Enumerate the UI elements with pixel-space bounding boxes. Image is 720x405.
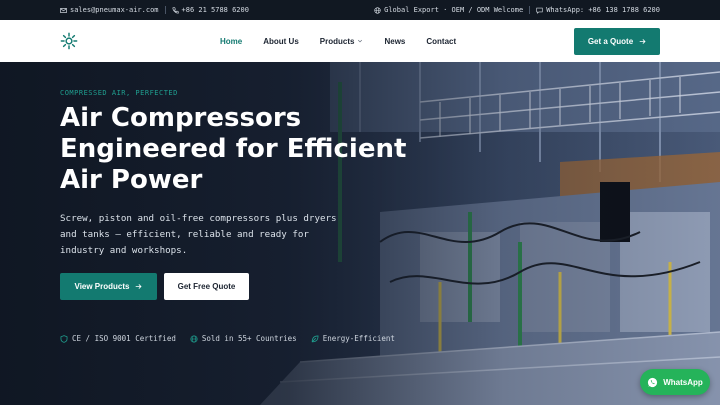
export-info: Global Export · OEM / ODM Welcome — [374, 6, 523, 14]
hero-headline: Air Compressors Engineered for Efficient… — [60, 103, 420, 196]
divider — [529, 6, 531, 14]
badge-text: Sold in 55+ Countries — [201, 334, 297, 343]
phone-link[interactable]: +86 21 5788 6200 — [172, 6, 249, 14]
divider — [164, 6, 166, 14]
logo-icon[interactable] — [60, 32, 78, 50]
hero-subtitle: Screw, piston and oil-free compressors p… — [60, 213, 337, 256]
arrow-right-icon — [639, 39, 646, 44]
chat-icon — [536, 7, 543, 14]
export-text: Global Export · OEM / ODM Welcome — [384, 6, 524, 14]
email-text: sales@pneumax-air.com — [70, 6, 159, 14]
whatsapp-text: WhatsApp: +86 138 1788 6200 — [546, 6, 660, 14]
headline-line-2: Engineered for Efficient — [60, 134, 407, 164]
nav-item-news[interactable]: News — [384, 37, 405, 46]
mail-icon — [60, 7, 67, 13]
top-utility-bar: sales@pneumax-air.com +86 21 5788 6200 G… — [0, 0, 720, 20]
arrow-right-icon — [136, 284, 143, 289]
nav-item-products[interactable]: Products — [320, 37, 364, 46]
view-products-label: View Products — [74, 282, 130, 291]
whatsapp-icon — [648, 377, 658, 387]
nav-label: Contact — [426, 36, 457, 46]
whatsapp-chat-button[interactable]: WhatsApp — [640, 369, 710, 395]
get-free-quote-label: Get Free Quote — [177, 282, 236, 291]
badge-energy: Energy-Efficient — [311, 334, 395, 343]
get-quote-label: Get a Quote — [587, 37, 634, 46]
get-quote-button[interactable]: Get a Quote — [574, 28, 660, 55]
export-group: Global Export · OEM / ODM Welcome WhatsA… — [374, 6, 660, 14]
phone-icon — [172, 6, 179, 13]
globe-icon — [374, 6, 381, 14]
shield-icon — [60, 334, 68, 343]
nav-label: News — [384, 36, 406, 46]
phone-text: +86 21 5788 6200 — [181, 6, 249, 14]
nav-menu: Home About Us Products News Contact — [220, 20, 477, 62]
main-navigation: Home About Us Products News Contact Get … — [0, 20, 720, 62]
badge-certified: CE / ISO 9001 Certified — [60, 334, 176, 343]
badge-text: CE / ISO 9001 Certified — [72, 334, 176, 343]
trust-badges: CE / ISO 9001 Certified Sold in 55+ Coun… — [60, 334, 395, 343]
hero-eyebrow: COMPRESSED AIR, PERFECTED — [60, 89, 178, 97]
badge-countries: Sold in 55+ Countries — [190, 334, 297, 343]
badge-text: Energy-Efficient — [322, 334, 395, 343]
whatsapp-contact[interactable]: WhatsApp: +86 138 1788 6200 — [536, 6, 660, 14]
headline-line-1: Air Compressors — [60, 103, 302, 133]
nav-label: Home — [220, 36, 243, 46]
contact-group: sales@pneumax-air.com +86 21 5788 6200 — [60, 6, 249, 14]
email-link[interactable]: sales@pneumax-air.com — [60, 6, 159, 14]
whatsapp-label: WhatsApp — [663, 377, 703, 387]
nav-label: About Us — [263, 36, 299, 46]
nav-label: Products — [319, 36, 355, 46]
globe-icon — [190, 334, 198, 343]
view-products-button[interactable]: View Products — [60, 273, 157, 300]
nav-item-contact[interactable]: Contact — [426, 37, 456, 46]
leaf-icon — [311, 335, 319, 342]
nav-item-home[interactable]: Home — [220, 37, 242, 46]
chevron-down-icon — [358, 39, 363, 43]
headline-line-3: Air Power — [60, 165, 203, 195]
nav-item-about[interactable]: About Us — [263, 37, 299, 46]
get-free-quote-button[interactable]: Get Free Quote — [164, 273, 249, 300]
